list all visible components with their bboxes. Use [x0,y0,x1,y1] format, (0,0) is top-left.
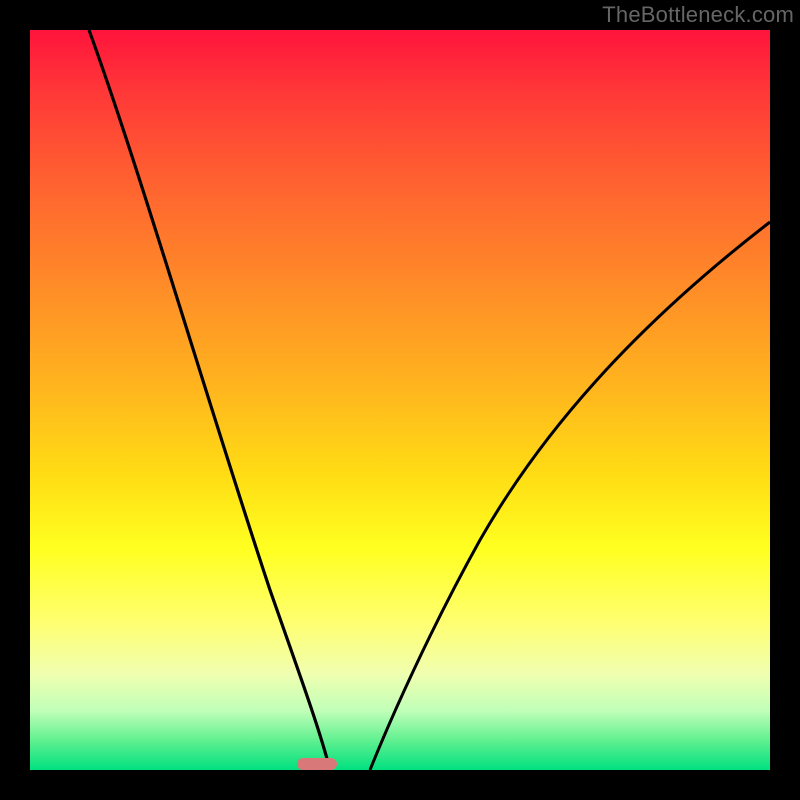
watermark-text: TheBottleneck.com [602,2,794,28]
curve-left-branch [89,30,330,770]
chart-curves [30,30,770,770]
curve-right-branch [370,222,770,770]
trough-marker [297,758,337,770]
